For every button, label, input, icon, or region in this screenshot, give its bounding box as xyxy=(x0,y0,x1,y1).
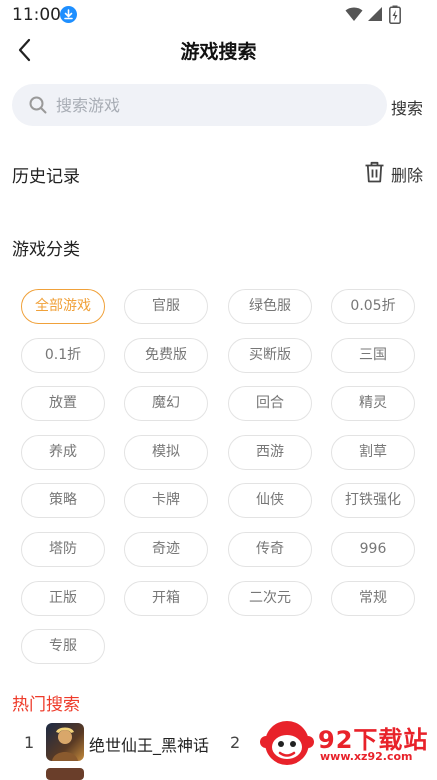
category-tag[interactable]: 奇迹 xyxy=(124,532,208,567)
header: 游戏搜索 xyxy=(0,30,437,70)
history-title: 历史记录 xyxy=(12,167,80,187)
hot-rank-1: 1 xyxy=(24,733,35,752)
category-tag[interactable]: 常规 xyxy=(331,581,415,616)
hot-rank-2: 2 xyxy=(230,733,241,752)
category-tag[interactable]: 三国 xyxy=(331,338,415,373)
category-tag[interactable]: 全部游戏 xyxy=(21,289,105,324)
category-tag[interactable]: 西游 xyxy=(228,435,312,470)
category-tag[interactable]: 绿色服 xyxy=(228,289,312,324)
category-tag[interactable]: 模拟 xyxy=(124,435,208,470)
battery-icon xyxy=(389,5,401,24)
status-time: 11:00 xyxy=(12,5,61,25)
category-tag[interactable]: 传奇 xyxy=(228,532,312,567)
category-tag[interactable]: 养成 xyxy=(21,435,105,470)
category-title: 游戏分类 xyxy=(12,240,80,260)
category-tag[interactable]: 塔防 xyxy=(21,532,105,567)
category-tag[interactable]: 卡牌 xyxy=(124,483,208,518)
category-tag[interactable]: 开箱 xyxy=(124,581,208,616)
category-tag[interactable]: 0.1折 xyxy=(21,338,105,373)
category-tag[interactable]: 0.05折 xyxy=(331,289,415,324)
game-thumbnail[interactable] xyxy=(46,723,84,761)
category-tag[interactable]: 买断版 xyxy=(228,338,312,373)
status-bar: 11:00 xyxy=(0,0,437,30)
trash-icon xyxy=(365,161,384,183)
search-icon xyxy=(29,96,47,114)
category-tag[interactable]: 放置 xyxy=(21,386,105,421)
game-thumbnail-partial xyxy=(46,768,84,780)
category-tag[interactable]: 仙侠 xyxy=(228,483,312,518)
delete-label: 删除 xyxy=(391,166,424,185)
category-tag[interactable]: 策略 xyxy=(21,483,105,518)
download-icon xyxy=(60,6,77,23)
hot-search-title: 热门搜索 xyxy=(12,695,80,715)
search-box[interactable] xyxy=(12,84,387,126)
category-tag[interactable]: 精灵 xyxy=(331,386,415,421)
category-tag[interactable]: 魔幻 xyxy=(124,386,208,421)
category-tag[interactable]: 官服 xyxy=(124,289,208,324)
watermark: 92下载站 www.xz92.com xyxy=(240,708,437,777)
mascot-logo-icon xyxy=(260,721,314,765)
page-title: 游戏搜索 xyxy=(180,41,257,63)
category-tag[interactable]: 回合 xyxy=(228,386,312,421)
search-input[interactable] xyxy=(56,84,376,126)
category-tag[interactable]: 免费版 xyxy=(124,338,208,373)
category-tag[interactable]: 996 xyxy=(331,532,415,567)
category-tag[interactable]: 专服 xyxy=(21,629,105,664)
wifi-icon xyxy=(345,7,363,21)
signal-icon xyxy=(368,7,382,21)
category-tag[interactable]: 二次元 xyxy=(228,581,312,616)
category-tag[interactable]: 正版 xyxy=(21,581,105,616)
category-tag[interactable]: 割草 xyxy=(331,435,415,470)
category-tag[interactable]: 打铁强化 xyxy=(331,483,415,518)
watermark-url: www.xz92.com xyxy=(320,750,413,763)
search-button[interactable]: 搜索 xyxy=(391,95,423,119)
hot-game-name[interactable]: 绝世仙王_黑神话 xyxy=(89,732,209,756)
